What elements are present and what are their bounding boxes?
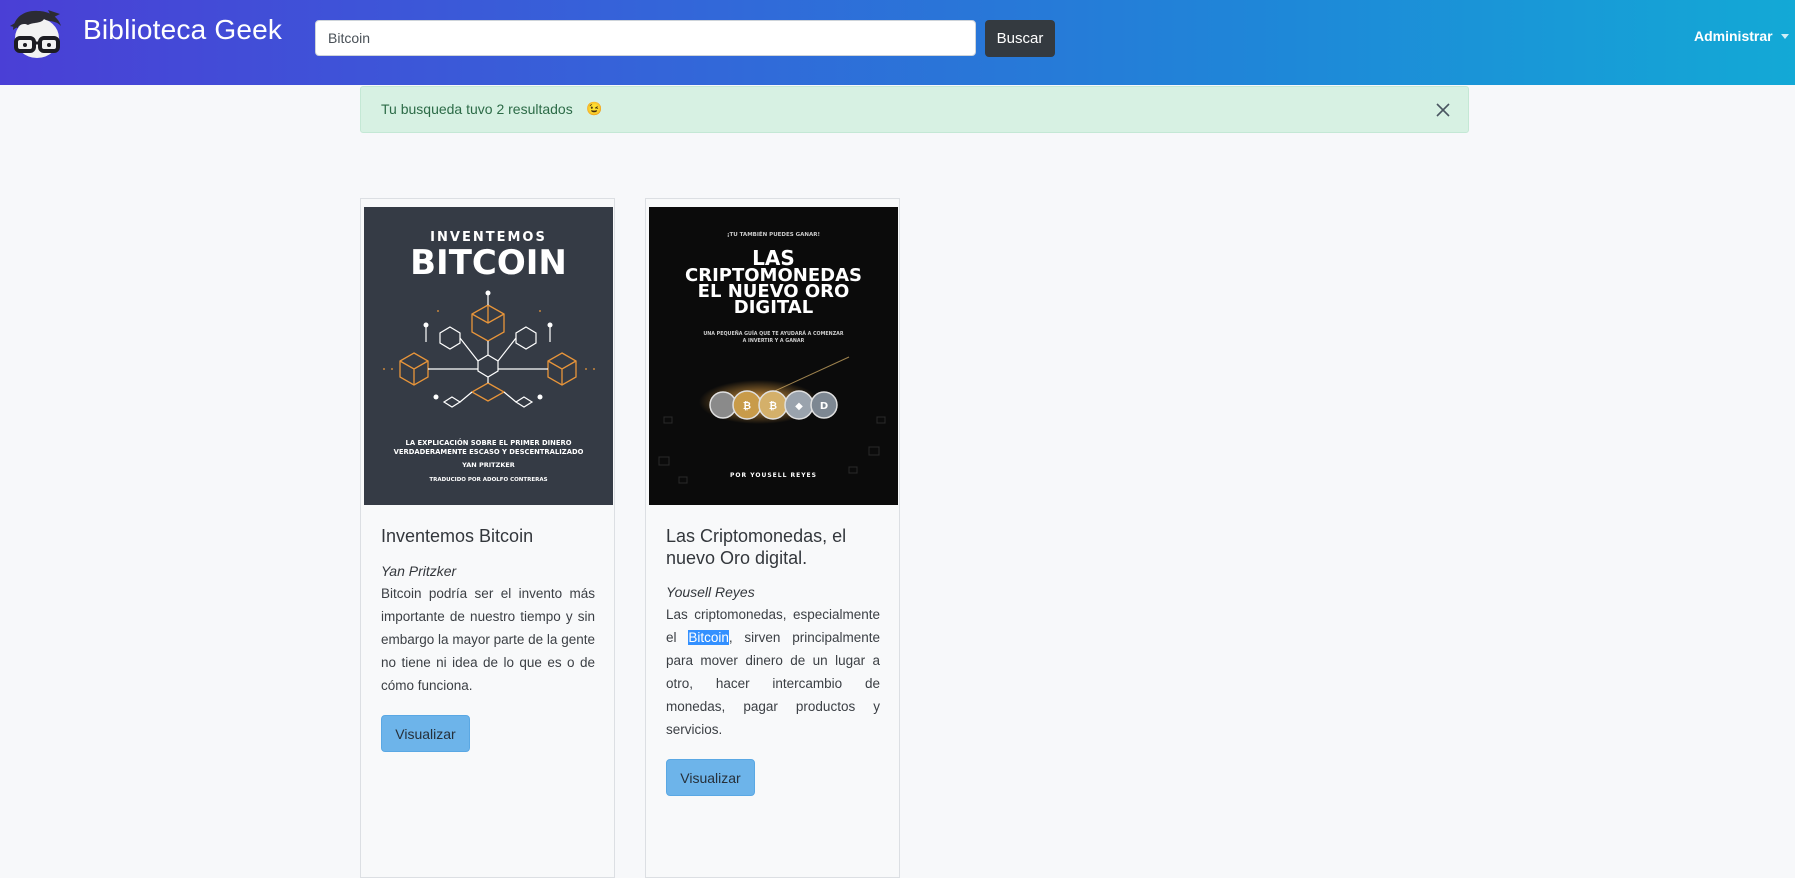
svg-text:◆: ◆ [795,401,803,412]
book-description: Las criptomonedas, especialmente el Bitc… [666,603,880,741]
book-cover-image[interactable]: ¡TU TAMBIÉN PUEDES GANAR! LAS CRIPTOMONE… [649,207,898,505]
cover-tagline: ¡TU TAMBIÉN PUEDES GANAR! [727,230,820,238]
view-button[interactable]: Visualizar [381,715,470,752]
book-cover-image[interactable]: INVENTEMOS BITCOIN LA EXPLICACIÓN SOBRE … [364,207,613,505]
svg-text:₿: ₿ [743,400,751,412]
cover-subtitle-line1: LA EXPLICACIÓN SOBRE EL PRIMER DINERO [406,438,572,447]
book-title: Las Criptomonedas, el nuevo Oro digital. [666,526,847,568]
cover-translator: TRADUCIDO POR ADOLFO CONTRERAS [429,477,547,483]
description-text: , sirven principalmente para mover diner… [666,630,880,737]
view-button[interactable]: Visualizar [666,759,755,796]
wink-emoji-icon: 😉 [586,101,603,116]
brand-title[interactable]: Biblioteca Geek [83,14,282,46]
admin-dropdown[interactable]: Administrar [1694,28,1789,44]
svg-text:₿: ₿ [769,400,777,412]
book-description: Bitcoin podría ser el invento más import… [381,586,595,693]
cover-title-line4: DIGITAL [734,297,813,318]
book-card: ¡TU TAMBIÉN PUEDES GANAR! LAS CRIPTOMONE… [645,198,900,878]
cover-title-line2: BITCOIN [410,243,567,283]
cover-subtitle-line2: VERDADERAMENTE ESCASO Y DESCENTRALIZADO [394,448,584,456]
chevron-down-icon [1780,33,1789,39]
geek-logo-icon[interactable] [8,8,66,62]
close-icon[interactable] [1435,102,1451,118]
book-title: Inventemos Bitcoin [381,526,534,546]
navbar: Biblioteca Geek Buscar Administrar [0,0,1795,85]
book-author: Yan Pritzker [381,563,457,579]
search-button[interactable]: Buscar [985,20,1055,57]
book-author: Yousell Reyes [666,584,755,600]
cover-subtitle-line2: A INVERTIR Y A GANAR [743,338,805,344]
book-card: INVENTEMOS BITCOIN LA EXPLICACIÓN SOBRE … [360,198,615,878]
svg-text:D: D [820,401,828,412]
search-results-alert: Tu busqueda tuvo 2 resultados 😉 [360,86,1469,133]
alert-message: Tu busqueda tuvo 2 resultados [381,101,573,117]
admin-dropdown-label: Administrar [1694,28,1773,44]
search-highlight: Bitcoin [688,630,729,645]
search-input[interactable] [315,20,976,56]
cover-author: POR YOUSELL REYES [730,472,817,479]
cover-author: YAN PRITZKER [461,461,515,469]
